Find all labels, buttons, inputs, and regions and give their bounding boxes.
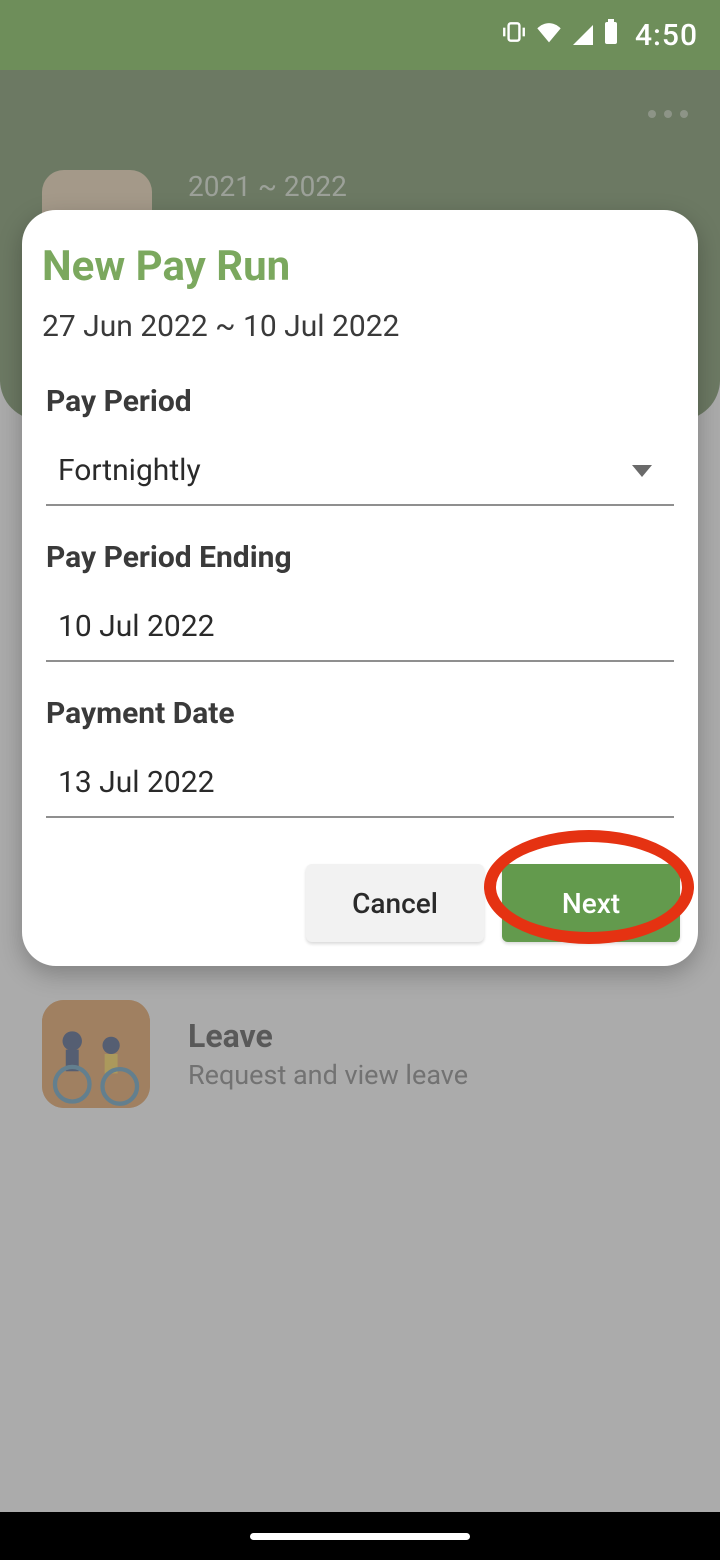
pay-period-ending-label: Pay Period Ending — [42, 540, 678, 575]
chevron-down-icon — [632, 465, 652, 477]
pay-period-ending-input[interactable]: 10 Jul 2022 — [46, 601, 674, 662]
pay-period-ending-value: 10 Jul 2022 — [58, 609, 214, 644]
pay-period-select[interactable]: Fortnightly — [46, 445, 674, 506]
dialog-title: New Pay Run — [42, 242, 678, 291]
next-button[interactable]: Next — [502, 864, 680, 942]
home-indicator[interactable] — [250, 1533, 470, 1540]
system-nav-bar — [0, 1512, 720, 1560]
pay-period-label: Pay Period — [42, 384, 678, 419]
cancel-button[interactable]: Cancel — [306, 864, 484, 942]
dialog-actions: Cancel Next — [306, 864, 680, 942]
payment-date-label: Payment Date — [42, 696, 678, 731]
payment-date-value: 13 Jul 2022 — [58, 765, 214, 800]
pay-period-value: Fortnightly — [58, 453, 201, 488]
new-pay-run-dialog: New Pay Run 27 Jun 2022 ~ 10 Jul 2022 Pa… — [22, 210, 698, 966]
dialog-date-range: 27 Jun 2022 ~ 10 Jul 2022 — [42, 309, 678, 344]
payment-date-input[interactable]: 13 Jul 2022 — [46, 757, 674, 818]
